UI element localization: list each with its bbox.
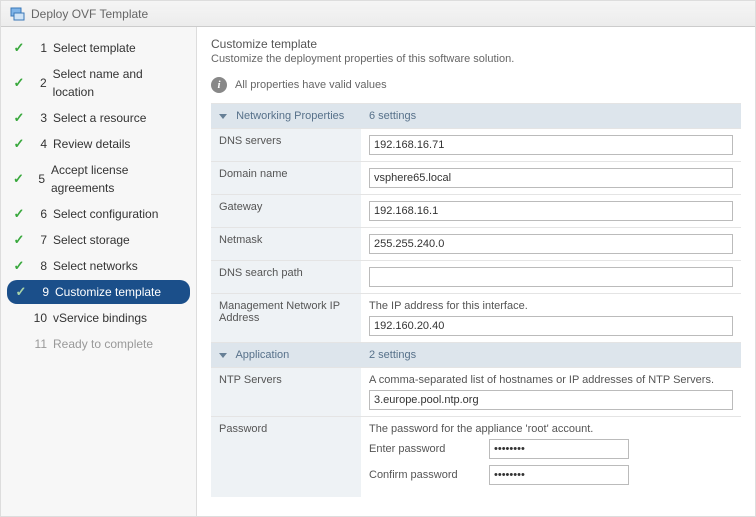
wizard-step-3[interactable]: ✓3 Select a resource (1, 105, 196, 131)
step-label: Select networks (53, 257, 138, 275)
chevron-down-icon (219, 353, 227, 358)
validation-message: All properties have valid values (235, 79, 387, 91)
validation-row: i All properties have valid values (211, 77, 741, 93)
wizard-step-8[interactable]: ✓8 Select networks (1, 253, 196, 279)
wizard-content: Customize template Customize the deploym… (197, 27, 755, 516)
section-networking[interactable]: Networking Properties 6 settings (211, 104, 741, 129)
wizard-step-4[interactable]: ✓4 Review details (1, 131, 196, 157)
step-label: Accept license agreements (51, 161, 186, 197)
input-netmask[interactable] (369, 234, 733, 254)
step-number: 8 (31, 257, 47, 275)
wizard-step-7[interactable]: ✓7 Select storage (1, 227, 196, 253)
step-number: 5 (30, 170, 45, 188)
step-number: 11 (31, 335, 47, 353)
row-mgmt-ip: Management Network IP Address The IP add… (211, 294, 741, 343)
row-gateway: Gateway (211, 195, 741, 228)
step-label: Ready to complete (53, 335, 153, 353)
page-heading: Customize template (211, 37, 741, 51)
input-domain-name[interactable] (369, 168, 733, 188)
row-domain-name: Domain name (211, 162, 741, 195)
wizard-step-1[interactable]: ✓1 Select template (1, 35, 196, 61)
desc-mgmt-ip: The IP address for this interface. (369, 300, 733, 312)
label-dns-servers: DNS servers (211, 129, 361, 162)
section-count: 2 settings (361, 343, 741, 368)
row-ntp-servers: NTP Servers A comma-separated list of ho… (211, 368, 741, 417)
wizard-sidebar: ✓1Select template✓2Select name and locat… (1, 27, 197, 516)
step-label: Select storage (53, 231, 130, 249)
input-gateway[interactable] (369, 201, 733, 221)
label-ntp-servers: NTP Servers (211, 368, 361, 417)
label-netmask: Netmask (211, 228, 361, 261)
content-header: Customize template Customize the deploym… (211, 37, 741, 65)
row-dns-servers: DNS servers (211, 129, 741, 162)
wizard-step-5[interactable]: ✓5 Accept license agreements (1, 157, 196, 201)
step-label: Select name and location (53, 65, 186, 101)
titlebar: Deploy OVF Template (1, 1, 755, 27)
step-label: Review details (53, 135, 130, 153)
wizard-step-9[interactable]: ✓9 Customize template (7, 280, 190, 304)
step-number: 9 (33, 283, 49, 301)
step-label: Select template (53, 39, 136, 57)
step-label: Customize template (55, 283, 161, 301)
label-gateway: Gateway (211, 195, 361, 228)
row-password: Password The password for the appliance … (211, 417, 741, 498)
row-enter-password: Enter password (369, 439, 733, 459)
label-enter-password: Enter password (369, 443, 489, 455)
row-dns-search: DNS search path (211, 261, 741, 294)
label-domain-name: Domain name (211, 162, 361, 195)
properties-table: Networking Properties 6 settings DNS ser… (211, 103, 741, 497)
input-enter-password[interactable] (489, 439, 629, 459)
input-ntp-servers[interactable] (369, 390, 733, 410)
desc-password: The password for the appliance 'root' ac… (369, 423, 733, 435)
step-label: vService bindings (53, 309, 147, 327)
step-label: Select configuration (53, 205, 158, 223)
wizard-step-11: 11 Ready to complete (1, 331, 196, 357)
row-netmask: Netmask (211, 228, 741, 261)
label-confirm-password: Confirm password (369, 469, 489, 481)
page-subheading: Customize the deployment properties of t… (211, 53, 741, 65)
section-title: Application (235, 349, 289, 361)
step-number: 4 (31, 135, 47, 153)
step-number: 7 (31, 231, 47, 249)
check-icon: ✓ (11, 206, 27, 222)
wizard-body: ✓1Select template✓2Select name and locat… (1, 27, 755, 516)
wizard-step-10[interactable]: 10 vService bindings (1, 305, 196, 331)
deploy-icon (9, 6, 25, 22)
desc-ntp-servers: A comma-separated list of hostnames or I… (369, 374, 733, 386)
check-icon: ✓ (11, 171, 26, 187)
label-mgmt-ip: Management Network IP Address (211, 294, 361, 343)
input-mgmt-ip[interactable] (369, 316, 733, 336)
section-count: 6 settings (361, 104, 741, 129)
section-application[interactable]: Application 2 settings (211, 343, 741, 368)
chevron-down-icon (219, 114, 227, 119)
section-title: Networking Properties (236, 110, 344, 122)
check-icon: ✓ (11, 258, 27, 274)
check-icon: ✓ (11, 136, 27, 152)
label-dns-search: DNS search path (211, 261, 361, 294)
row-confirm-password: Confirm password (369, 465, 733, 485)
step-label: Select a resource (53, 109, 146, 127)
step-number: 3 (31, 109, 47, 127)
step-number: 10 (31, 309, 47, 327)
check-icon (11, 310, 27, 326)
check-icon: ✓ (11, 75, 27, 91)
step-number: 2 (31, 74, 47, 92)
wizard-step-6[interactable]: ✓6 Select configuration (1, 201, 196, 227)
input-dns-search[interactable] (369, 267, 733, 287)
check-icon: ✓ (11, 40, 27, 56)
info-icon: i (211, 77, 227, 93)
wizard-step-2[interactable]: ✓2 Select name and location (1, 61, 196, 105)
wizard-window: Deploy OVF Template ✓1Select template✓2S… (0, 0, 756, 517)
input-confirm-password[interactable] (489, 465, 629, 485)
check-icon: ✓ (11, 110, 27, 126)
check-icon: ✓ (13, 284, 29, 300)
step-number: 1 (31, 39, 47, 57)
check-icon: ✓ (11, 232, 27, 248)
step-number: 6 (31, 205, 47, 223)
input-dns-servers[interactable] (369, 135, 733, 155)
window-title: Deploy OVF Template (31, 7, 148, 21)
label-password: Password (211, 417, 361, 498)
